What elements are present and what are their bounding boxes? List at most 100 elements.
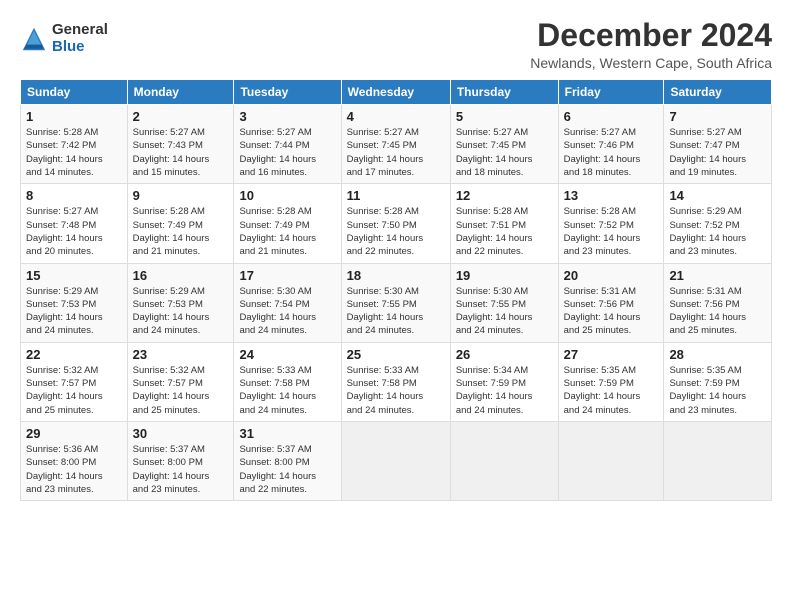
col-sunday: Sunday (21, 80, 128, 105)
day-info: Sunrise: 5:28 AMSunset: 7:52 PMDaylight:… (564, 205, 659, 258)
day-info: Sunrise: 5:32 AMSunset: 7:57 PMDaylight:… (26, 364, 122, 417)
day-info: Sunrise: 5:28 AMSunset: 7:51 PMDaylight:… (456, 205, 553, 258)
calendar-cell: 6Sunrise: 5:27 AMSunset: 7:46 PMDaylight… (558, 105, 664, 184)
col-wednesday: Wednesday (341, 80, 450, 105)
day-number: 4 (347, 109, 445, 124)
calendar-cell: 22 Sunrise: 5:32 AMSunset: 7:57 PMDayligh… (21, 342, 128, 421)
calendar-cell: 15Sunrise: 5:29 AMSunset: 7:53 PMDayligh… (21, 263, 128, 342)
day-info: Sunrise: 5:27 AMSunset: 7:46 PMDaylight:… (564, 126, 659, 179)
logo-icon (20, 25, 48, 53)
calendar-cell: 11Sunrise: 5:28 AMSunset: 7:50 PMDayligh… (341, 184, 450, 263)
day-number: 5 (456, 109, 553, 124)
col-tuesday: Tuesday (234, 80, 341, 105)
week-row-4: 22 Sunrise: 5:32 AMSunset: 7:57 PMDayligh… (21, 342, 772, 421)
calendar-cell: 19 Sunrise: 5:30 AMSunset: 7:55 PMDayligh… (450, 263, 558, 342)
col-friday: Friday (558, 80, 664, 105)
calendar-cell: 5 Sunrise: 5:27 AMSunset: 7:45 PMDaylight… (450, 105, 558, 184)
day-number: 8 (26, 188, 122, 203)
calendar-cell: 18Sunrise: 5:30 AMSunset: 7:55 PMDayligh… (341, 263, 450, 342)
calendar-cell: 30 Sunrise: 5:37 AMSunset: 8:00 PMDayligh… (127, 421, 234, 500)
day-number: 19 (456, 268, 553, 283)
day-info: Sunrise: 5:27 AMSunset: 7:47 PMDaylight:… (669, 126, 766, 179)
day-info: Sunrise: 5:30 AMSunset: 7:55 PMDaylight:… (456, 285, 553, 338)
day-info: Sunrise: 5:28 AMSunset: 7:50 PMDaylight:… (347, 205, 445, 258)
calendar-cell: 26 Sunrise: 5:34 AMSunset: 7:59 PMDayligh… (450, 342, 558, 421)
day-info: Sunrise: 5:35 AMSunset: 7:59 PMDaylight:… (669, 364, 766, 417)
calendar-cell (558, 421, 664, 500)
day-info: Sunrise: 5:30 AMSunset: 7:54 PMDaylight:… (239, 285, 335, 338)
calendar-header-row: Sunday Monday Tuesday Wednesday Thursday… (21, 80, 772, 105)
location: Newlands, Western Cape, South Africa (530, 55, 772, 71)
week-row-1: 1Sunrise: 5:28 AMSunset: 7:42 PMDaylight… (21, 105, 772, 184)
day-number: 26 (456, 347, 553, 362)
day-number: 13 (564, 188, 659, 203)
day-info: Sunrise: 5:37 AMSunset: 8:00 PMDaylight:… (133, 443, 229, 496)
week-row-3: 15Sunrise: 5:29 AMSunset: 7:53 PMDayligh… (21, 263, 772, 342)
day-info: Sunrise: 5:28 AMSunset: 7:49 PMDaylight:… (239, 205, 335, 258)
day-info: Sunrise: 5:33 AMSunset: 7:58 PMDaylight:… (347, 364, 445, 417)
day-number: 7 (669, 109, 766, 124)
day-info: Sunrise: 5:29 AMSunset: 7:52 PMDaylight:… (669, 205, 766, 258)
day-info: Sunrise: 5:36 AMSunset: 8:00 PMDaylight:… (26, 443, 122, 496)
calendar-cell: 25Sunrise: 5:33 AMSunset: 7:58 PMDayligh… (341, 342, 450, 421)
calendar-cell: 29 Sunrise: 5:36 AMSunset: 8:00 PMDayligh… (21, 421, 128, 500)
calendar-cell: 17 Sunrise: 5:30 AMSunset: 7:54 PMDayligh… (234, 263, 341, 342)
day-number: 21 (669, 268, 766, 283)
calendar-cell: 3Sunrise: 5:27 AMSunset: 7:44 PMDaylight… (234, 105, 341, 184)
calendar-cell: 31 Sunrise: 5:37 AMSunset: 8:00 PMDayligh… (234, 421, 341, 500)
day-number: 29 (26, 426, 122, 441)
day-info: Sunrise: 5:29 AMSunset: 7:53 PMDaylight:… (26, 285, 122, 338)
calendar-cell (664, 421, 772, 500)
day-info: Sunrise: 5:37 AMSunset: 8:00 PMDaylight:… (239, 443, 335, 496)
month-title: December 2024 (530, 18, 772, 53)
calendar-cell (341, 421, 450, 500)
day-number: 3 (239, 109, 335, 124)
day-number: 20 (564, 268, 659, 283)
day-info: Sunrise: 5:27 AMSunset: 7:45 PMDaylight:… (456, 126, 553, 179)
day-number: 28 (669, 347, 766, 362)
day-number: 17 (239, 268, 335, 283)
day-info: Sunrise: 5:35 AMSunset: 7:59 PMDaylight:… (564, 364, 659, 417)
calendar-cell: 28 Sunrise: 5:35 AMSunset: 7:59 PMDayligh… (664, 342, 772, 421)
calendar-cell: 2Sunrise: 5:27 AMSunset: 7:43 PMDaylight… (127, 105, 234, 184)
day-info: Sunrise: 5:33 AMSunset: 7:58 PMDaylight:… (239, 364, 335, 417)
week-row-5: 29 Sunrise: 5:36 AMSunset: 8:00 PMDayligh… (21, 421, 772, 500)
calendar-table: Sunday Monday Tuesday Wednesday Thursday… (20, 79, 772, 501)
calendar-cell: 16 Sunrise: 5:29 AMSunset: 7:53 PMDayligh… (127, 263, 234, 342)
col-monday: Monday (127, 80, 234, 105)
logo-text: General Blue (52, 22, 108, 55)
calendar-cell: 14 Sunrise: 5:29 AMSunset: 7:52 PMDayligh… (664, 184, 772, 263)
logo: General Blue (20, 22, 108, 55)
day-number: 27 (564, 347, 659, 362)
day-number: 9 (133, 188, 229, 203)
calendar-cell: 4Sunrise: 5:27 AMSunset: 7:45 PMDaylight… (341, 105, 450, 184)
calendar-cell: 9 Sunrise: 5:28 AMSunset: 7:49 PMDaylight… (127, 184, 234, 263)
day-number: 24 (239, 347, 335, 362)
day-info: Sunrise: 5:28 AMSunset: 7:42 PMDaylight:… (26, 126, 122, 179)
day-number: 22 (26, 347, 122, 362)
calendar-cell: 8Sunrise: 5:27 AMSunset: 7:48 PMDaylight… (21, 184, 128, 263)
logo-blue: Blue (52, 39, 108, 56)
day-number: 16 (133, 268, 229, 283)
day-number: 14 (669, 188, 766, 203)
calendar-cell: 20Sunrise: 5:31 AMSunset: 7:56 PMDayligh… (558, 263, 664, 342)
day-number: 30 (133, 426, 229, 441)
title-block: December 2024 Newlands, Western Cape, So… (530, 18, 772, 71)
day-number: 18 (347, 268, 445, 283)
calendar-cell: 21 Sunrise: 5:31 AMSunset: 7:56 PMDayligh… (664, 263, 772, 342)
day-info: Sunrise: 5:31 AMSunset: 7:56 PMDaylight:… (669, 285, 766, 338)
calendar-cell: 27 Sunrise: 5:35 AMSunset: 7:59 PMDayligh… (558, 342, 664, 421)
day-info: Sunrise: 5:27 AMSunset: 7:43 PMDaylight:… (133, 126, 229, 179)
col-saturday: Saturday (664, 80, 772, 105)
day-info: Sunrise: 5:34 AMSunset: 7:59 PMDaylight:… (456, 364, 553, 417)
day-number: 12 (456, 188, 553, 203)
calendar-cell: 10Sunrise: 5:28 AMSunset: 7:49 PMDayligh… (234, 184, 341, 263)
day-info: Sunrise: 5:28 AMSunset: 7:49 PMDaylight:… (133, 205, 229, 258)
col-thursday: Thursday (450, 80, 558, 105)
week-row-2: 8Sunrise: 5:27 AMSunset: 7:48 PMDaylight… (21, 184, 772, 263)
logo-general: General (52, 22, 108, 39)
calendar-cell: 7 Sunrise: 5:27 AMSunset: 7:47 PMDaylight… (664, 105, 772, 184)
day-info: Sunrise: 5:29 AMSunset: 7:53 PMDaylight:… (133, 285, 229, 338)
calendar-cell: 1Sunrise: 5:28 AMSunset: 7:42 PMDaylight… (21, 105, 128, 184)
day-number: 31 (239, 426, 335, 441)
